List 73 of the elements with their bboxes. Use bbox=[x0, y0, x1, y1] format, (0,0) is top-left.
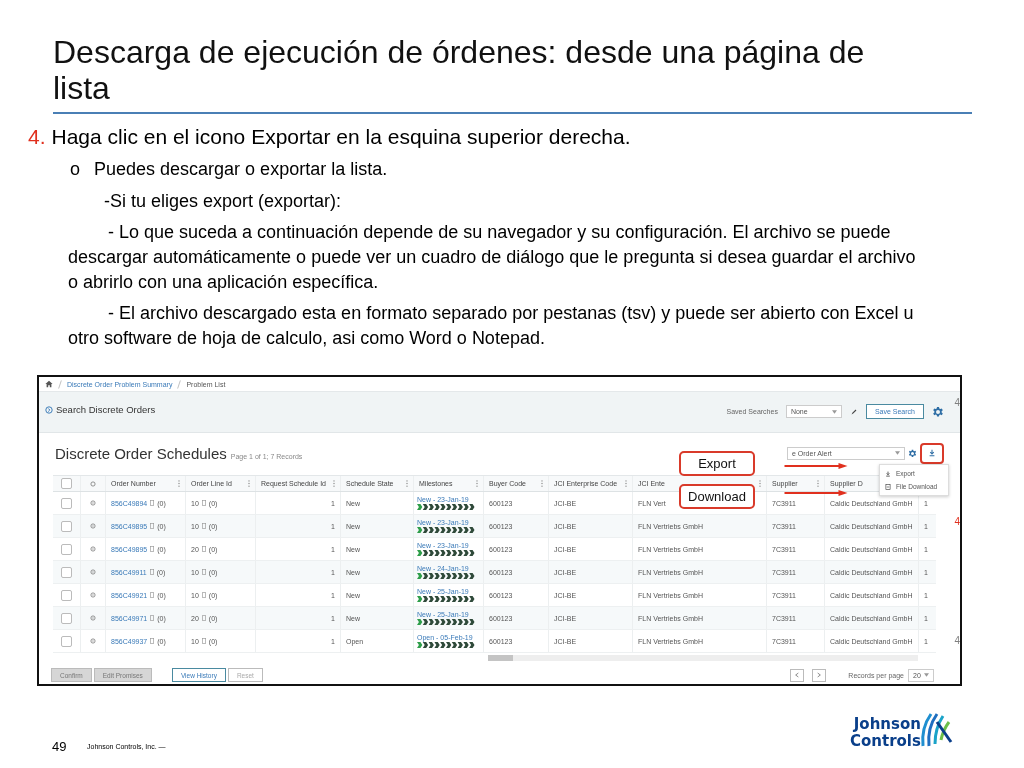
document-icon[interactable] bbox=[150, 523, 155, 529]
search-panel-title[interactable]: Search Discrete Orders bbox=[56, 404, 156, 415]
row-checkbox[interactable] bbox=[61, 497, 72, 509]
settings-icon[interactable] bbox=[908, 448, 917, 458]
expand-icon[interactable] bbox=[90, 523, 96, 529]
settings-icon[interactable] bbox=[90, 480, 96, 487]
milestone-progress-icon bbox=[417, 619, 475, 625]
row-checkbox[interactable] bbox=[61, 589, 72, 601]
expand-icon[interactable] bbox=[45, 405, 53, 414]
export-button[interactable] bbox=[920, 442, 944, 464]
previous-page-button[interactable] bbox=[790, 668, 805, 682]
list-marker: 4. bbox=[28, 125, 46, 148]
milestone-progress-icon bbox=[417, 573, 475, 579]
milestone-progress-icon bbox=[417, 642, 475, 648]
expand-icon[interactable] bbox=[90, 615, 96, 621]
expand-icon[interactable] bbox=[90, 500, 96, 506]
milestone-progress-icon bbox=[417, 596, 475, 602]
row-checkbox[interactable] bbox=[61, 520, 72, 532]
slide-title: Descarga de ejecución de órdenes: desde una página de lista bbox=[53, 34, 866, 106]
document-icon[interactable] bbox=[150, 638, 155, 644]
document-icon[interactable] bbox=[201, 638, 206, 644]
document-icon[interactable] bbox=[150, 592, 155, 598]
expand-icon[interactable] bbox=[90, 569, 96, 575]
list-title: Discrete Order Schedules bbox=[55, 444, 227, 462]
document-icon[interactable] bbox=[150, 500, 155, 506]
document-icon[interactable] bbox=[201, 523, 206, 529]
chevron-right-icon bbox=[817, 672, 822, 678]
document-icon[interactable] bbox=[201, 569, 206, 575]
document-icon[interactable] bbox=[201, 615, 206, 621]
select-all-checkbox[interactable] bbox=[61, 478, 72, 489]
milestone-progress-icon bbox=[417, 527, 475, 533]
horizontal-scrollbar[interactable] bbox=[488, 655, 918, 661]
next-page-button[interactable] bbox=[812, 668, 827, 682]
document-icon[interactable] bbox=[201, 592, 206, 598]
file-icon bbox=[885, 483, 891, 490]
callout-label: Export bbox=[679, 451, 755, 476]
side-number: 4 bbox=[954, 397, 960, 409]
row-checkbox[interactable] bbox=[61, 543, 72, 555]
step-text: - Lo que suceda a continuación depende de su navegador y su configuración. El archivo se puede descargar automáticamente o puede ver un cuadro de diálogo que le pregunta si desea guardar el archivo o abrirlo con una aplicación específica. bbox=[68, 222, 916, 292]
milestone-progress-icon bbox=[417, 504, 475, 510]
settings-icon[interactable] bbox=[932, 405, 944, 418]
row-checkbox[interactable] bbox=[61, 635, 72, 647]
expand-icon[interactable] bbox=[90, 592, 96, 598]
document-icon[interactable] bbox=[150, 615, 155, 621]
step-text: Haga clic en el icono Exportar en la esquina superior derecha. bbox=[51, 125, 631, 148]
list-marker: o bbox=[70, 159, 80, 179]
row-checkbox[interactable] bbox=[61, 566, 72, 578]
home-icon[interactable] bbox=[45, 380, 53, 388]
company-logo-text: Johnson Controls bbox=[850, 716, 921, 750]
side-number: 4 bbox=[954, 516, 960, 528]
step-text: Puedes descargar o exportar la lista. bbox=[94, 159, 388, 179]
breadcrumb-separator-icon bbox=[177, 379, 182, 389]
chevron-left-icon bbox=[795, 672, 800, 678]
expand-icon[interactable] bbox=[90, 546, 96, 552]
document-icon[interactable] bbox=[201, 500, 206, 506]
caret-icon bbox=[831, 409, 837, 414]
callout-label: Download bbox=[679, 484, 755, 509]
document-icon[interactable] bbox=[150, 546, 155, 552]
download-icon bbox=[885, 470, 891, 477]
expand-icon[interactable] bbox=[90, 638, 96, 644]
caret-icon bbox=[924, 673, 929, 677]
document-icon[interactable] bbox=[201, 546, 206, 552]
row-checkbox[interactable] bbox=[61, 612, 72, 624]
breadcrumb-separator-icon bbox=[58, 379, 62, 389]
step-text: - El archivo descargado esta en formato separado por pestanas (tsv) y puede ser abierto con Excel u otro software de hoja de calculo, asi como Word o Notepad. bbox=[68, 303, 914, 348]
caret-icon bbox=[895, 451, 900, 455]
download-icon bbox=[928, 449, 936, 457]
side-number: 4 bbox=[954, 635, 960, 647]
step-text: -Si tu eliges export (exportar): bbox=[104, 191, 342, 211]
page-number: 49 bbox=[52, 739, 67, 754]
pencil-icon[interactable] bbox=[849, 407, 858, 416]
milestone-progress-icon bbox=[417, 550, 475, 556]
document-icon[interactable] bbox=[149, 569, 154, 575]
